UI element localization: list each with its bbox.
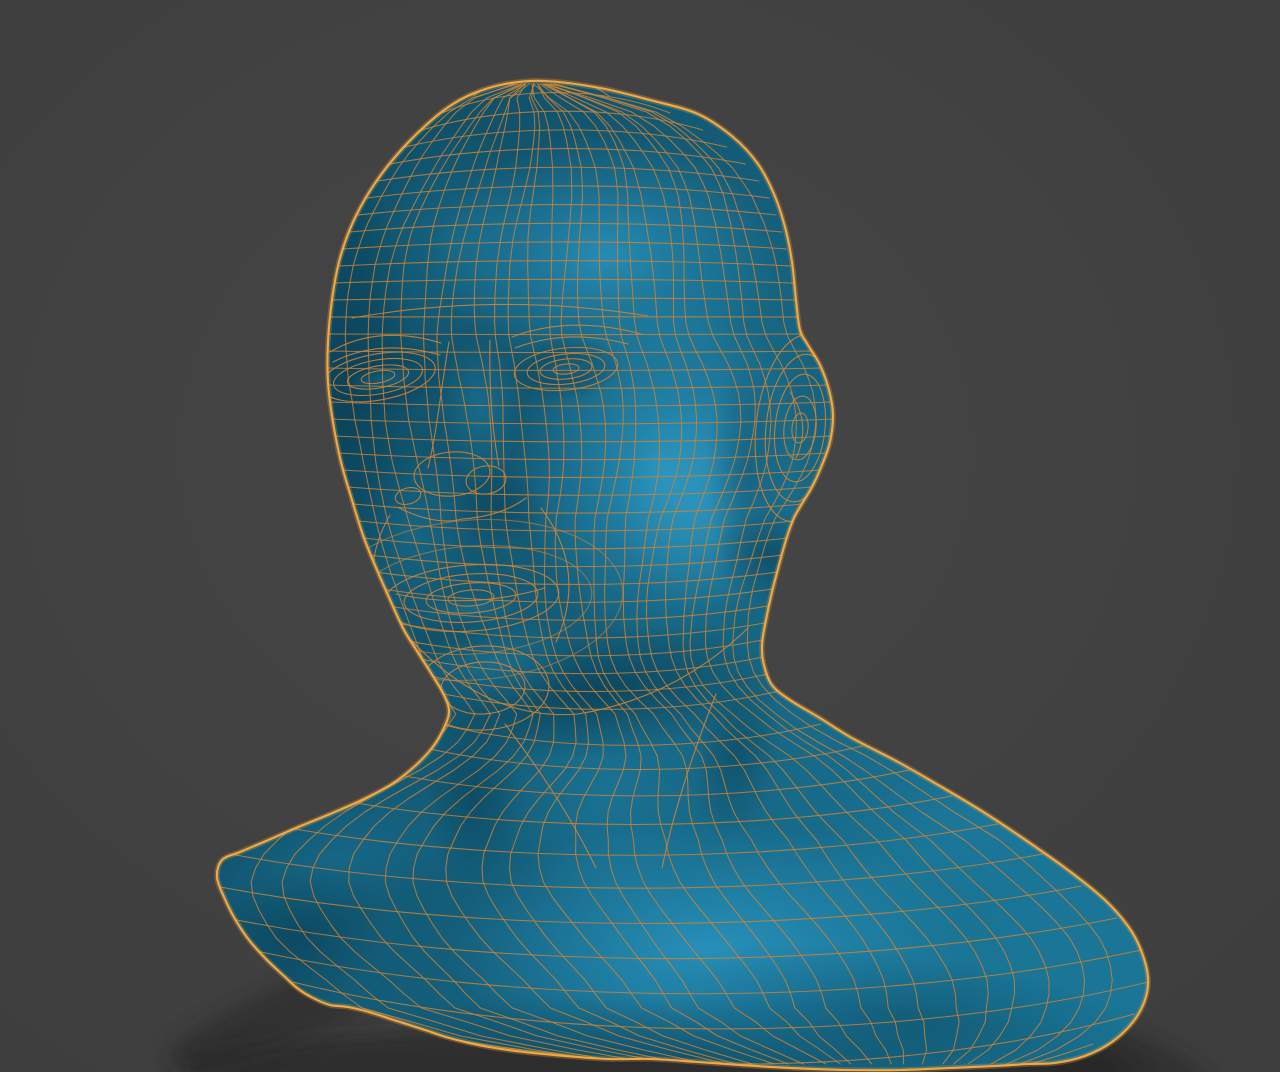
viewport-3d[interactable]: 3D modeling viewport showing a human hea…	[0, 0, 1280, 1072]
shading-ear-front	[706, 355, 790, 585]
screenshot-root: 3D modeling viewport showing a human hea…	[0, 0, 1280, 1072]
